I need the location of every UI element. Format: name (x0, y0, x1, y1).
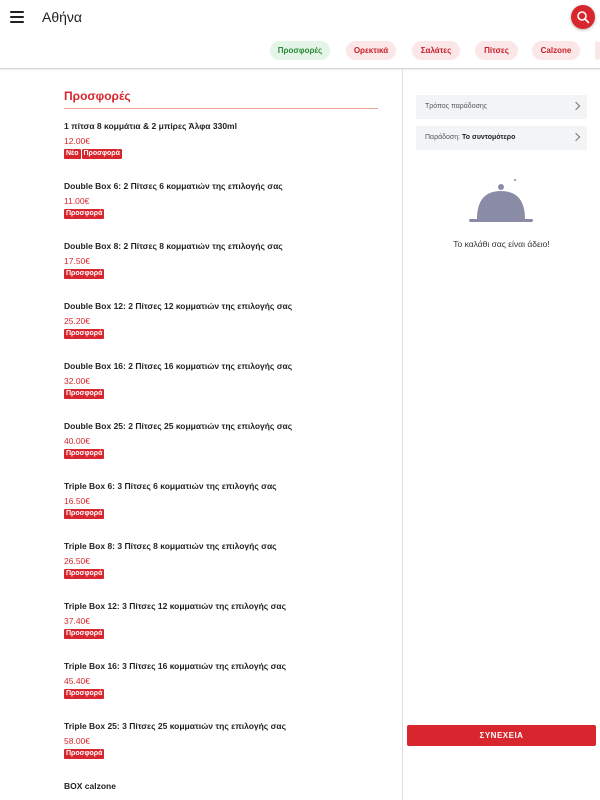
menu-item-badges: Προσφορά (64, 569, 384, 580)
menu-item[interactable]: Triple Box 12: 3 Πίτσες 12 κομματιών της… (64, 601, 384, 640)
food-cloche-icon (469, 179, 533, 222)
offer-badge: Προσφορά (81, 149, 122, 159)
chip-offers[interactable]: Προσφορές (270, 41, 330, 60)
offer-badge: Προσφορά (64, 209, 105, 219)
menu-item-name: Triple Box 16: 3 Πίτσες 16 κομματιών της… (64, 661, 287, 671)
search-button[interactable] (571, 5, 595, 29)
menu-item-price: 32.00€ (64, 376, 90, 386)
menu-item-name: Triple Box 8: 3 Πίτσες 8 κομματιών της ε… (64, 541, 277, 551)
menu-item[interactable]: Double Box 16: 2 Πίτσες 16 κομματιών της… (64, 361, 384, 400)
menu-item-badges: Προσφορά (64, 509, 384, 520)
menu-item-badges: Προσφορά (64, 329, 384, 340)
menu-item-badges: Προσφορά (64, 389, 384, 400)
category-chips: Προσφορές Ορεκτικά Σαλάτες Πίτσες Calzon… (0, 41, 600, 61)
section-title: Προσφορές (64, 89, 131, 103)
delivery-method-row[interactable]: Τρόπος παράδοσης (416, 95, 587, 119)
offer-badge: Προσφορά (64, 329, 105, 339)
chip-salads[interactable]: Σαλάτες (412, 41, 460, 60)
cart-panel: Τρόπος παράδοσης Παράδοση: Το συντομότερ… (403, 69, 600, 800)
menu-item-price: 37.40€ (64, 616, 90, 626)
menu-item-price: 26.50€ (64, 556, 90, 566)
menu-item[interactable]: Triple Box 16: 3 Πίτσες 16 κομματιών της… (64, 661, 384, 700)
menu-item-badges: Προσφορά (64, 629, 384, 640)
chevron-right-icon (571, 132, 581, 142)
menu-item-name: Triple Box 12: 3 Πίτσες 12 κομματιών της… (64, 601, 287, 611)
menu-item[interactable]: Double Box 25: 2 Πίτσες 25 κομματιών της… (64, 421, 384, 460)
offer-badge: Προσφορά (64, 629, 105, 639)
menu-item-name: Triple Box 25: 3 Πίτσες 25 κομματιών της… (64, 721, 287, 731)
menu-item-name: Double Box 16: 2 Πίτσες 16 κομματιών της… (64, 361, 293, 371)
search-icon (577, 11, 590, 24)
delivery-method-label: Τρόπος παράδοσης (425, 103, 488, 110)
offer-badge: Προσφορά (64, 269, 105, 279)
delivery-time-label: Παράδοση: (425, 134, 461, 141)
menu-item[interactable]: BOX calzone (64, 781, 384, 791)
top-app-bar: Αθήνα Προσφορές Ορεκτικά Σαλάτες Πίτσες … (0, 0, 600, 69)
menu-item-name: Double Box 8: 2 Πίτσες 8 κομματιών της ε… (64, 241, 283, 251)
continue-button[interactable]: ΣΥΝΕΧΕΙΑ (407, 725, 596, 746)
menu-item-price: 40.00€ (64, 436, 90, 446)
menu-item[interactable]: 1 πίτσα 8 κομμάτια & 2 μπίρες Άλφα 330ml… (64, 121, 384, 160)
menu-item-price: 25.20€ (64, 316, 90, 326)
chip-next-partial[interactable] (595, 41, 600, 60)
offer-badge: Προσφορά (64, 749, 105, 759)
menu-item-price: 12.00€ (64, 136, 90, 146)
menu-item-name: Double Box 6: 2 Πίτσες 6 κομματιών της ε… (64, 181, 283, 191)
section-divider (64, 108, 378, 109)
menu-item-badges: Προσφορά (64, 209, 384, 220)
delivery-time-value: Το συντομότερο (462, 134, 516, 141)
hamburger-menu-icon[interactable] (10, 11, 24, 23)
menu-item-price: 58.00€ (64, 736, 90, 746)
menu-item[interactable]: Triple Box 25: 3 Πίτσες 25 κομματιών της… (64, 721, 384, 760)
menu-item-price: 16.50€ (64, 496, 90, 506)
menu-item[interactable]: Double Box 12: 2 Πίτσες 12 κομματιών της… (64, 301, 384, 340)
city-title: Αθήνα (42, 9, 83, 25)
menu-item-badges: Νέο Προσφορά (64, 149, 384, 160)
menu-item-price: 45.40€ (64, 676, 90, 686)
chip-calzone[interactable]: Calzone (532, 41, 580, 60)
chevron-right-icon (571, 101, 581, 111)
menu-item-badges: Προσφορά (64, 449, 384, 460)
menu-item-name: Triple Box 6: 3 Πίτσες 6 κομματιών της ε… (64, 481, 277, 491)
offer-badge: Προσφορά (64, 569, 105, 579)
empty-cart-message: Το καλάθι σας είναι άδειο! (453, 239, 550, 249)
menu-item-badges: Προσφορά (64, 269, 384, 280)
menu-item-badges: Προσφορά (64, 689, 384, 700)
menu-item-price: 11.00€ (64, 196, 90, 206)
offer-badge: Προσφορά (64, 689, 105, 699)
main-content: Προσφορές 1 πίτσα 8 κομμάτια & 2 μπίρες … (0, 69, 600, 800)
offer-badge: Νέο (64, 149, 81, 159)
menu-item-price: 17.50€ (64, 256, 90, 266)
offer-badge: Προσφορά (64, 449, 105, 459)
chip-pizzas[interactable]: Πίτσες (475, 41, 518, 60)
menu-item[interactable]: Triple Box 8: 3 Πίτσες 8 κομματιών της ε… (64, 541, 384, 580)
menu-item[interactable]: Double Box 6: 2 Πίτσες 6 κομματιών της ε… (64, 181, 384, 220)
delivery-time-row[interactable]: Παράδοση: Το συντομότερο (416, 126, 587, 150)
chip-appetizers[interactable]: Ορεκτικά (346, 41, 396, 60)
menu-item-name: BOX calzone (64, 781, 116, 791)
menu-list: Προσφορές 1 πίτσα 8 κομμάτια & 2 μπίρες … (0, 69, 403, 800)
menu-item-name: Double Box 25: 2 Πίτσες 25 κομματιών της… (64, 421, 293, 431)
menu-item[interactable]: Double Box 8: 2 Πίτσες 8 κομματιών της ε… (64, 241, 384, 280)
menu-item-name: Double Box 12: 2 Πίτσες 12 κομματιών της… (64, 301, 293, 311)
menu-item-badges: Προσφορά (64, 749, 384, 760)
offer-badge: Προσφορά (64, 389, 105, 399)
menu-item-name: 1 πίτσα 8 κομμάτια & 2 μπίρες Άλφα 330ml (64, 121, 237, 131)
offer-badge: Προσφορά (64, 509, 105, 519)
menu-item[interactable]: Triple Box 6: 3 Πίτσες 6 κομματιών της ε… (64, 481, 384, 520)
